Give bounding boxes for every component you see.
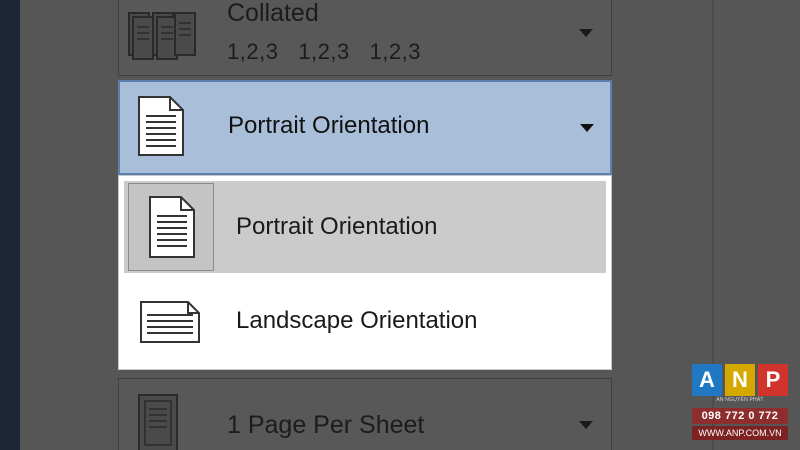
single-page-icon <box>138 394 178 450</box>
option-landscape-orientation[interactable]: Landscape Orientation <box>124 275 606 367</box>
orientation-options-list: Portrait Orientation Landscape Orientati… <box>118 175 612 370</box>
collation-setting[interactable]: Collated 1,2,3 1,2,3 1,2,3 <box>118 0 612 76</box>
pages-per-sheet-label: 1 Page Per Sheet <box>227 411 425 439</box>
option-label: Portrait Orientation <box>236 213 438 240</box>
anp-letters: A N P <box>692 364 788 396</box>
anp-letter-p: P <box>758 364 788 396</box>
orientation-selected-label: Portrait Orientation <box>228 112 430 139</box>
portrait-page-icon <box>149 196 195 258</box>
option-label: Landscape Orientation <box>236 307 478 334</box>
orientation-dropdown[interactable]: Portrait Orientation <box>118 80 612 175</box>
chevron-down-icon <box>579 29 593 37</box>
option-portrait-orientation[interactable]: Portrait Orientation <box>124 181 606 273</box>
window-left-edge <box>0 0 20 450</box>
portrait-page-icon <box>138 96 184 156</box>
chevron-down-icon[interactable] <box>580 124 594 132</box>
anp-website: WWW.ANP.COM.VN <box>692 426 788 440</box>
anp-letter-a: A <box>692 364 722 396</box>
pages-per-sheet-setting[interactable]: 1 Page Per Sheet <box>118 378 612 450</box>
collated-sequence: 1,2,3 1,2,3 1,2,3 <box>227 39 421 64</box>
chevron-down-icon <box>579 421 593 429</box>
anp-tagline: AN NGUYÊN PHÁT <box>716 397 764 403</box>
landscape-page-icon <box>140 301 200 343</box>
collated-pages-icon <box>128 12 196 60</box>
collated-label: Collated <box>227 0 319 27</box>
option-icon-frame <box>128 183 214 271</box>
anp-phone: 098 772 0 772 <box>692 408 788 424</box>
anp-watermark-logo: A N P AN NGUYÊN PHÁT 098 772 0 772 WWW.A… <box>692 364 788 444</box>
anp-letter-n: N <box>725 364 755 396</box>
